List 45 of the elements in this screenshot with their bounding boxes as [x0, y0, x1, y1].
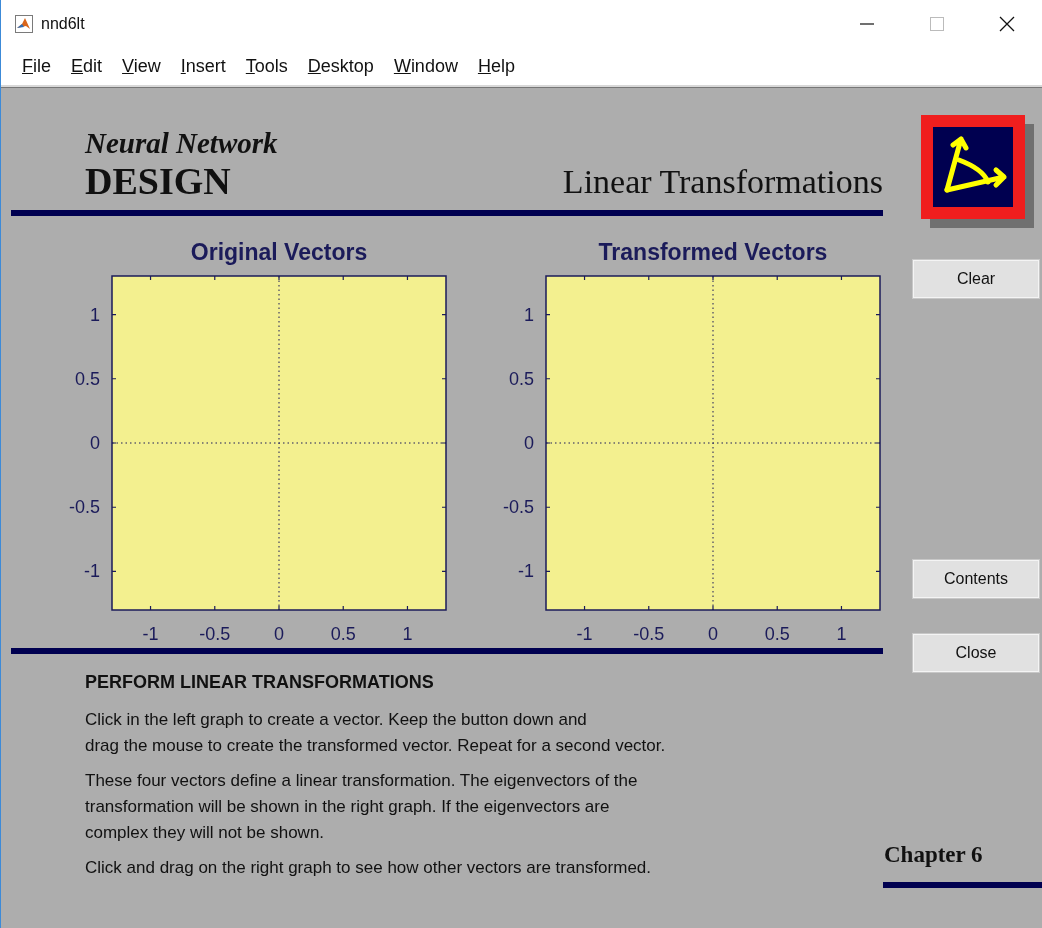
menu-item[interactable]: Help	[468, 54, 524, 79]
menu-item[interactable]: Insert	[171, 54, 235, 79]
y-tick-label: 0.5	[74, 368, 100, 389]
series-title: Neural Network	[85, 126, 278, 160]
x-tick-label: 0	[707, 624, 719, 644]
x-tick-label: -1	[142, 624, 159, 644]
instructions-paragraph: These four vectors define a linear transformation. The eigenvectors of the transformation will be shown in the right graph. If the eigenvectors are complex they will not be shown.	[85, 770, 639, 844]
action-button[interactable]: Close	[913, 634, 1039, 672]
page-title: Linear Transformations	[562, 162, 883, 202]
app-icon	[15, 15, 33, 33]
x-tick-label: -0.5	[633, 624, 665, 644]
y-tick-label: 1	[89, 304, 100, 325]
y-tick-label: -0.5	[502, 497, 534, 518]
action-button[interactable]: Contents	[913, 560, 1039, 598]
action-button[interactable]: Clear	[913, 260, 1039, 298]
x-tick-label: -0.5	[199, 624, 231, 644]
y-tick-label: 0	[523, 433, 534, 453]
y-tick-label: -1	[517, 561, 534, 582]
plot-title: Original Vectors	[190, 238, 368, 267]
instructions-heading: PERFORM LINEAR TRANSFORMATIONS	[85, 672, 435, 693]
menu-item[interactable]: View	[113, 54, 170, 79]
menu-item[interactable]: Window	[384, 54, 467, 79]
plot-title: Transformed Vectors	[598, 238, 828, 267]
y-tick-label: -0.5	[68, 497, 100, 518]
x-tick-label: 0.5	[330, 624, 356, 644]
chapter-label: Chapter 6	[884, 842, 983, 868]
y-tick-label: 0	[89, 433, 100, 453]
logo-icon	[921, 115, 1034, 228]
menu-item[interactable]: File	[13, 54, 60, 79]
y-tick-label: -1	[83, 561, 100, 582]
close-icon[interactable]	[998, 15, 1016, 33]
x-tick-label: 1	[402, 624, 413, 644]
instructions-paragraph: Click and drag on the right graph to see how other vectors are transformed.	[85, 857, 653, 879]
y-tick-label: 1	[523, 304, 534, 325]
menu-item[interactable]: Desktop	[298, 54, 383, 79]
x-tick-label: -1	[576, 624, 593, 644]
x-tick-label: 1	[836, 624, 847, 644]
x-tick-label: 0	[273, 624, 285, 644]
brand-title: DESIGN	[85, 160, 232, 202]
instructions-paragraph: Click in the left graph to create a vector. Keep the button down and drag the mouse to create the transformed vector. Repeat for a second vector.	[85, 709, 667, 757]
menu-item[interactable]: Edit	[62, 54, 112, 79]
y-tick-label: 0.5	[508, 368, 534, 389]
window-title: nnd6lt	[41, 15, 85, 33]
menu-item[interactable]: Tools	[236, 54, 297, 79]
x-tick-label: 0.5	[764, 624, 790, 644]
